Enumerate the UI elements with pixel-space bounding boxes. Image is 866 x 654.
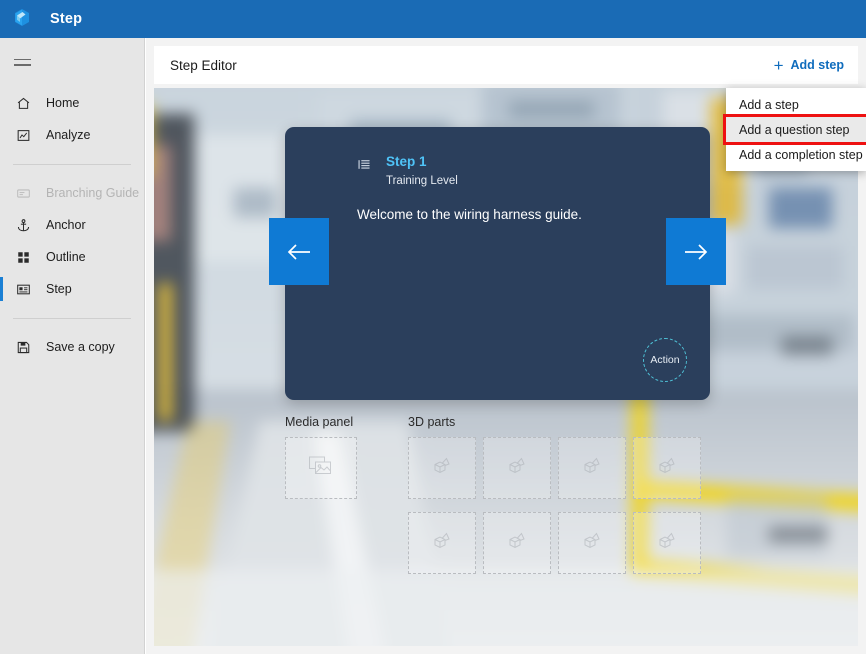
sidebar-item-label: Save a copy [46,340,115,354]
sidebar-item-label: Home [46,96,79,110]
sidebar-item-label: Analyze [46,128,90,142]
step-description: Welcome to the wiring harness guide. [357,207,582,222]
part-slot[interactable] [483,512,551,574]
step-header: Step 1 Training Level [357,154,458,187]
part-slot[interactable] [558,437,626,499]
sidebar-item-branching-guide: Branching Guide [0,177,144,209]
cube-placeholder-icon [581,530,603,557]
arrow-right-icon [683,241,709,263]
sidebar-item-anchor[interactable]: Anchor [0,209,144,241]
list-icon [357,157,372,177]
action-label: Action [650,354,679,366]
menu-item-add-a-question-step[interactable]: Add a question step [726,117,866,142]
title-bar: Step [0,0,866,38]
sidebar-item-label: Anchor [46,218,86,232]
sidebar-divider-1 [13,164,131,165]
step-subtitle: Training Level [386,175,458,187]
part-slot[interactable] [633,437,701,499]
plus-icon: + [774,57,784,74]
part-slot[interactable] [408,437,476,499]
media-panel-label: Media panel [285,415,353,429]
part-slot[interactable] [483,437,551,499]
media-panel-slot[interactable] [285,437,357,499]
image-placeholder-icon [308,455,334,482]
sidebar-divider-2 [13,318,131,319]
previous-step-button[interactable] [269,218,329,285]
save-copy-icon [13,337,33,357]
app-title: Step [50,11,82,27]
cube-placeholder-icon [506,530,528,557]
analyze-icon [13,125,33,145]
part-slot[interactable] [558,512,626,574]
cube-placeholder-icon [656,530,678,557]
step-card: Step 1 Training Level Welcome to the wir… [285,127,710,400]
sidebar-item-outline[interactable]: Outline [0,241,144,273]
cube-placeholder-icon [431,530,453,557]
cube-placeholder-icon [506,455,528,482]
menu-item-add-a-completion-step[interactable]: Add a completion step [726,142,866,167]
sidebar-item-home[interactable]: Home [0,87,144,119]
sidebar-item-label: Outline [46,250,86,264]
sidebar-item-save-a-copy[interactable]: Save a copy [0,331,144,363]
anchor-icon [13,215,33,235]
step-title: Step 1 [386,154,458,171]
add-step-button[interactable]: + Add step [774,57,844,74]
page-title: Step Editor [170,58,237,73]
step-canvas: Step 1 Training Level Welcome to the wir… [154,88,858,646]
cube-placeholder-icon [656,455,678,482]
sidebar-item-step[interactable]: Step [0,273,144,305]
step-icon [13,279,33,299]
add-step-label: Add step [791,58,844,72]
sidebar-item-analyze[interactable]: Analyze [0,119,144,151]
home-icon [13,93,33,113]
sidebar-nav: Home Analyze [0,87,144,363]
branching-guide-icon [13,183,33,203]
menu-item-add-a-step[interactable]: Add a step [726,92,866,117]
step-editor-header: Step Editor + Add step [154,46,858,84]
cube-placeholder-icon [431,455,453,482]
outline-icon [13,247,33,267]
part-slot[interactable] [633,512,701,574]
cube-placeholder-icon [581,455,603,482]
action-button[interactable]: Action [643,338,687,382]
add-step-dropdown-menu: Add a step Add a question step Add a com… [726,88,866,171]
part-slot[interactable] [408,512,476,574]
app-window: Step Home [0,0,866,654]
next-step-button[interactable] [666,218,726,285]
hamburger-icon[interactable] [0,45,44,79]
arrow-left-icon [286,241,312,263]
sidebar: Home Analyze [0,38,145,654]
sidebar-item-label: Step [46,282,72,296]
parts-panel-label: 3D parts [408,415,455,429]
app-logo-icon [7,4,37,34]
sidebar-item-label: Branching Guide [46,186,139,200]
